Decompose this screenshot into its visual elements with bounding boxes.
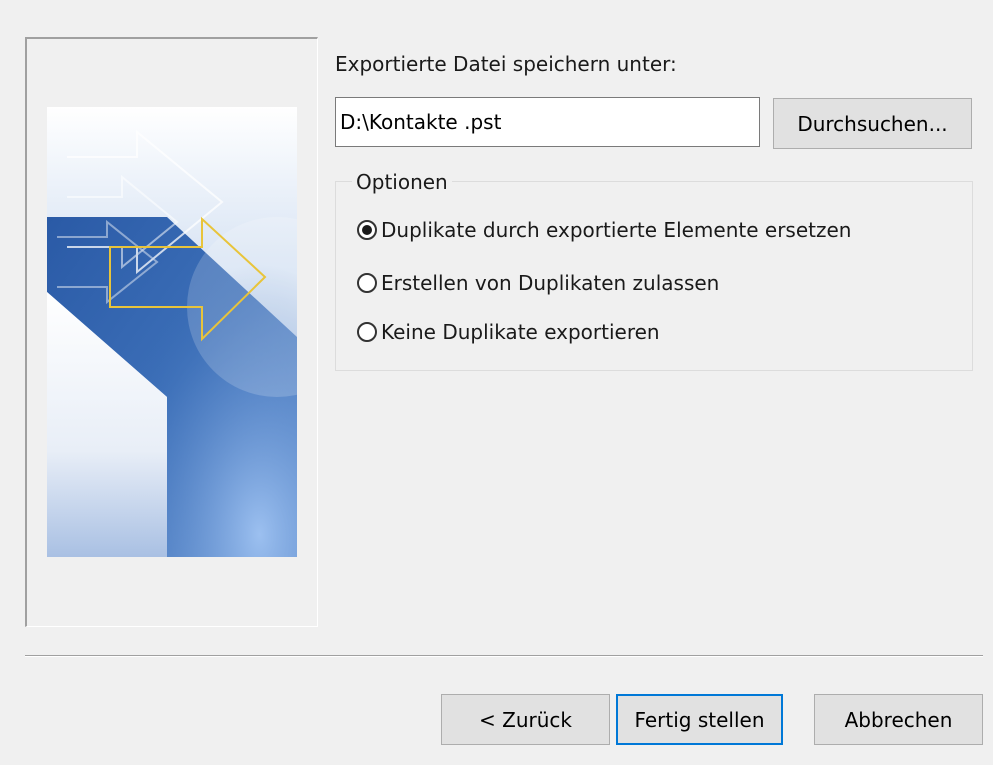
option-label: Erstellen von Duplikaten zulassen [381, 271, 720, 295]
export-arrows-illustration [47, 107, 297, 557]
option-allow-duplicates[interactable]: Erstellen von Duplikaten zulassen [357, 268, 719, 298]
radio-button-selected[interactable] [357, 220, 377, 240]
back-button[interactable]: < Zurück [441, 694, 610, 745]
save-as-label: Exportierte Datei speichern unter: [335, 52, 677, 76]
option-replace-duplicates[interactable]: Duplikate durch exportierte Elemente ers… [357, 215, 851, 245]
file-path-input[interactable] [335, 97, 760, 147]
radio-button[interactable] [357, 322, 377, 342]
finish-button[interactable]: Fertig stellen [616, 694, 783, 745]
footer-divider [25, 655, 983, 657]
cancel-button[interactable]: Abbrechen [814, 694, 983, 745]
options-legend: Optionen [352, 170, 452, 194]
browse-button[interactable]: Durchsuchen... [773, 98, 972, 149]
option-no-duplicates[interactable]: Keine Duplikate exportieren [357, 317, 660, 347]
option-label: Duplikate durch exportierte Elemente ers… [381, 218, 852, 242]
radio-button[interactable] [357, 273, 377, 293]
option-label: Keine Duplikate exportieren [381, 320, 660, 344]
